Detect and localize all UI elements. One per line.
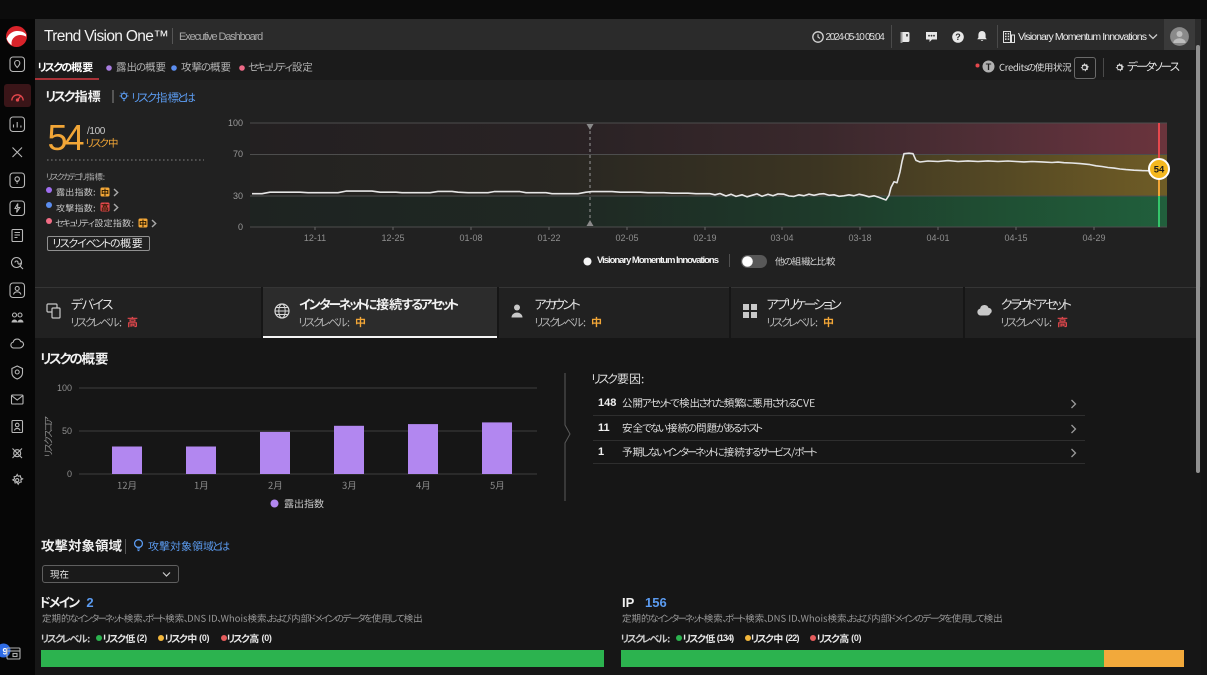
svg-text:T: T (986, 62, 992, 72)
svg-text:?: ? (955, 32, 961, 42)
svg-text:54: 54 (1154, 165, 1165, 176)
svg-text:9: 9 (2, 647, 7, 657)
